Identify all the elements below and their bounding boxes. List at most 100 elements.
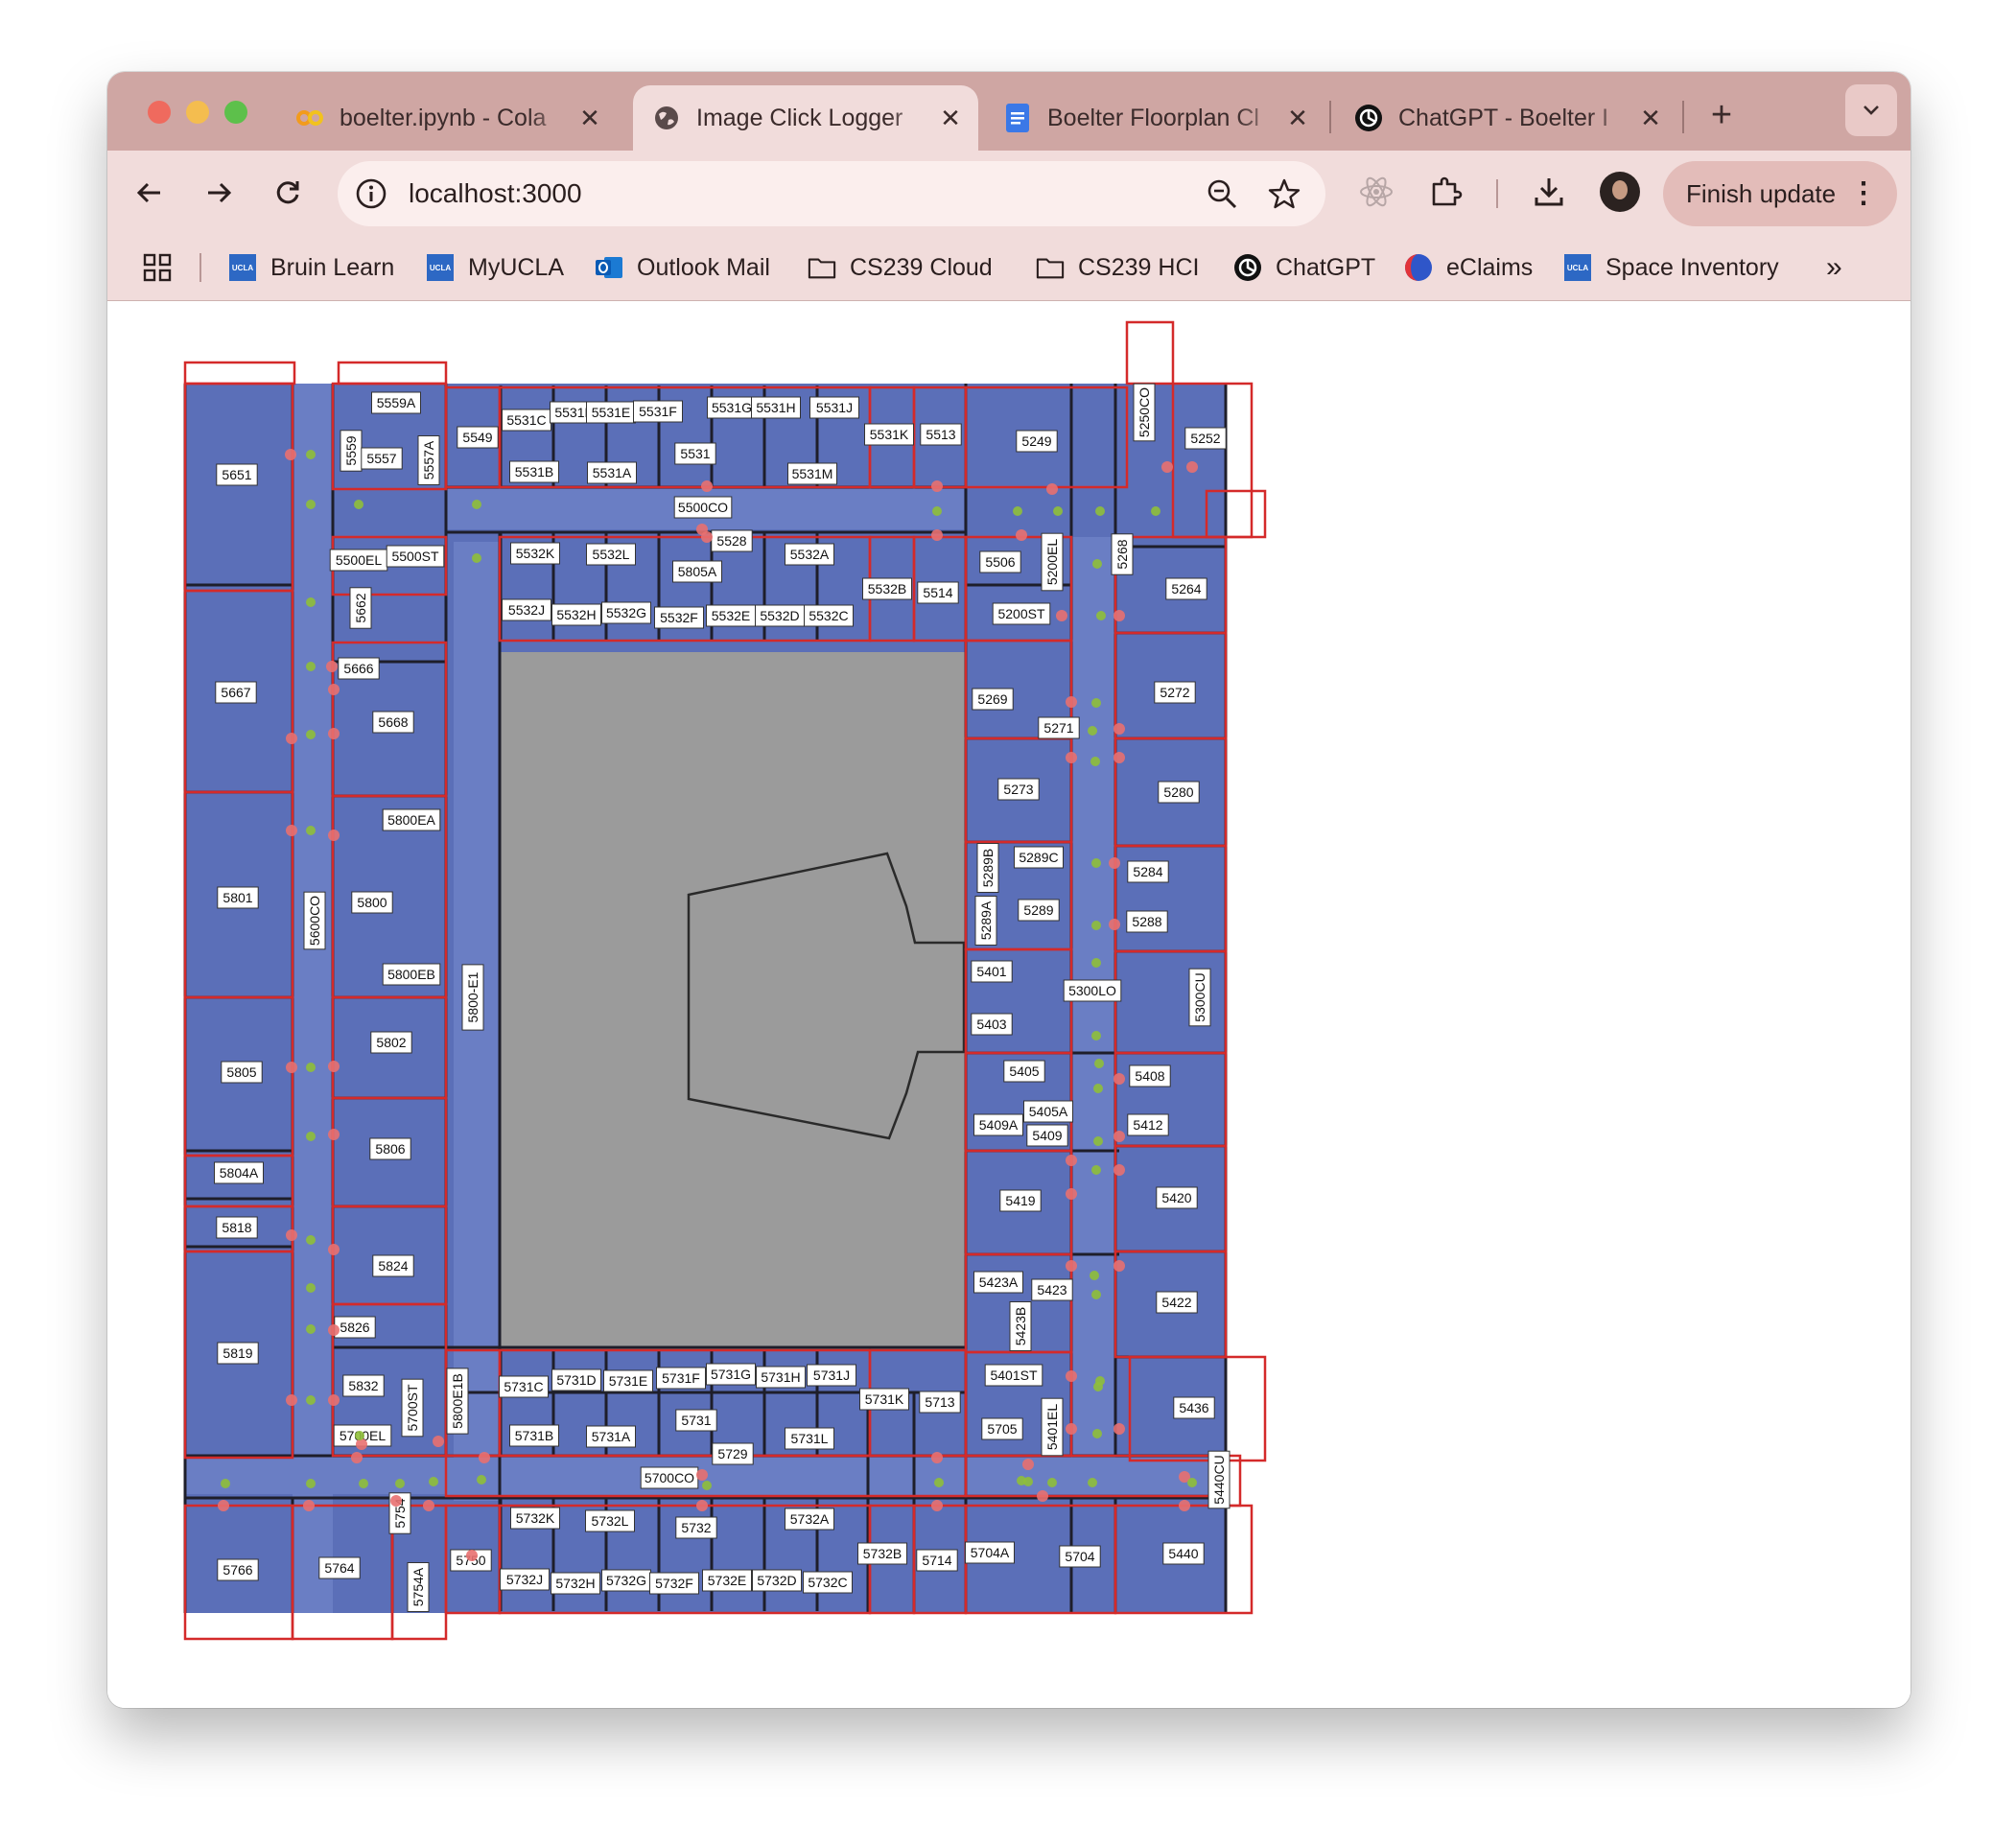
svg-text:5805A: 5805A <box>678 564 717 579</box>
more-vert-icon[interactable]: ⋮ <box>1849 161 1878 226</box>
svg-text:5403: 5403 <box>976 1017 1006 1032</box>
click-marker <box>1113 1260 1125 1272</box>
room-label: 5532L <box>586 543 636 566</box>
svg-text:5300LO: 5300LO <box>1068 983 1116 998</box>
apps-grid-icon[interactable] <box>142 235 173 300</box>
click-marker <box>306 662 316 671</box>
click-marker <box>328 684 340 695</box>
tab-boelter-floorplan[interactable]: Boelter Floorplan Cl ✕ <box>984 85 1325 151</box>
click-marker <box>701 531 713 543</box>
bookmark-chatgpt[interactable]: ChatGPT <box>1233 235 1375 300</box>
bookmark-bruin-learn[interactable]: UCLA Bruin Learn <box>228 235 394 300</box>
room-label: 5500CO <box>673 496 733 519</box>
svg-text:5268: 5268 <box>1114 539 1130 569</box>
extensions-puzzle-icon[interactable] <box>1423 170 1467 214</box>
click-marker <box>934 1478 944 1487</box>
svg-text:5801: 5801 <box>223 890 252 905</box>
click-marker <box>306 450 316 459</box>
click-marker <box>932 506 942 516</box>
react-devtools-icon[interactable] <box>1354 170 1398 214</box>
url-text[interactable]: localhost:3000 <box>409 161 582 226</box>
bookmark-eclaims[interactable]: eClaims <box>1404 235 1533 300</box>
room-label: 5732G <box>601 1569 651 1592</box>
profile-avatar[interactable] <box>1600 172 1640 212</box>
tab-search-button[interactable] <box>1845 84 1897 136</box>
outlook-icon <box>595 253 623 282</box>
room-label: 5532H <box>551 603 601 626</box>
click-marker <box>1091 698 1101 708</box>
bookmark-space-inventory[interactable]: UCLA Space Inventory <box>1563 235 1779 300</box>
svg-text:5731K: 5731K <box>865 1391 904 1407</box>
click-marker <box>1066 1260 1077 1272</box>
svg-text:5532C: 5532C <box>809 608 848 623</box>
tab-image-click-logger[interactable]: Image Click Logger ✕ <box>633 85 978 151</box>
svg-text:5667: 5667 <box>221 685 250 700</box>
svg-text:5800EA: 5800EA <box>387 812 435 828</box>
room-bounding-box[interactable] <box>183 361 296 386</box>
room-label: 5668 <box>372 711 414 734</box>
floorplan-image[interactable]: 5559A5559 5557 5557A55495531C 5531D5531E 553… <box>107 301 1911 1708</box>
download-icon[interactable] <box>1527 170 1571 214</box>
svg-text:5280: 5280 <box>1163 784 1193 800</box>
address-bar[interactable]: localhost:3000 <box>338 161 1325 226</box>
svg-text:5409A: 5409A <box>979 1117 1019 1133</box>
click-marker <box>328 1324 340 1336</box>
bookmark-star-icon[interactable] <box>1268 177 1301 210</box>
close-window-button[interactable] <box>148 101 171 124</box>
close-icon[interactable]: ✕ <box>936 104 965 133</box>
bookmarks-overflow-icon[interactable]: » <box>1826 235 1842 300</box>
forward-button[interactable] <box>196 170 242 216</box>
close-icon[interactable]: ✕ <box>1283 104 1312 133</box>
svg-text:5249: 5249 <box>1021 433 1051 449</box>
svg-text:5532K: 5532K <box>516 546 555 561</box>
bookmark-label: Outlook Mail <box>637 253 770 281</box>
click-marker <box>423 1500 434 1511</box>
svg-text:5273: 5273 <box>1003 782 1033 797</box>
room-label: 5549 <box>457 426 499 449</box>
click-marker <box>326 661 338 672</box>
click-marker <box>359 1479 368 1488</box>
room-label: 5436 <box>1173 1396 1215 1419</box>
svg-text:5532E: 5532E <box>712 608 750 623</box>
click-marker <box>1066 696 1077 708</box>
room-label: 5264 <box>1165 577 1207 600</box>
reload-button[interactable] <box>265 170 311 216</box>
close-icon[interactable]: ✕ <box>1636 104 1665 133</box>
svg-text:5401EL: 5401EL <box>1044 1404 1060 1450</box>
close-icon[interactable]: ✕ <box>575 104 604 133</box>
svg-text:5500ST: 5500ST <box>391 549 438 564</box>
svg-text:5200ST: 5200ST <box>997 606 1044 621</box>
room-label: 5557A <box>417 435 440 485</box>
tab-separator <box>1682 101 1684 133</box>
zoom-icon[interactable] <box>1207 178 1237 209</box>
bookmark-outlook-mail[interactable]: Outlook Mail <box>595 235 770 300</box>
room-label: 5732J <box>500 1568 550 1591</box>
tab-chatgpt[interactable]: ChatGPT - Boelter I ✕ <box>1335 85 1678 151</box>
room-bounding-box[interactable] <box>337 361 448 386</box>
maximize-window-button[interactable] <box>224 101 247 124</box>
folder-icon <box>808 253 836 282</box>
click-marker <box>306 1479 316 1488</box>
site-info-icon[interactable] <box>355 177 387 210</box>
click-marker <box>1151 506 1160 516</box>
room-label: 5289B <box>976 843 999 893</box>
click-marker <box>1047 1478 1057 1487</box>
back-button[interactable] <box>127 170 173 216</box>
room-label: 5405 <box>1003 1060 1045 1083</box>
bookmark-myucla[interactable]: UCLA MyUCLA <box>426 235 564 300</box>
svg-text:5824: 5824 <box>378 1258 408 1274</box>
click-marker <box>286 1229 297 1241</box>
finish-update-button[interactable]: Finish update ⋮ <box>1663 161 1897 226</box>
bookmark-folder-cs239-hci[interactable]: CS239 HCI <box>1036 235 1199 300</box>
bookmark-folder-cs239-cloud[interactable]: CS239 Cloud <box>808 235 993 300</box>
click-marker <box>1095 506 1105 516</box>
click-marker <box>351 1452 363 1463</box>
minimize-window-button[interactable] <box>186 101 209 124</box>
tab-colab[interactable]: boelter.ipynb - Cola ✕ <box>276 85 618 151</box>
room-label: 5732A <box>785 1508 834 1531</box>
click-marker <box>1094 1059 1104 1068</box>
room-bounding-box[interactable] <box>1125 320 1175 386</box>
svg-text:5800EB: 5800EB <box>387 967 435 982</box>
new-tab-button[interactable]: + <box>1698 91 1746 139</box>
click-marker <box>1013 506 1022 516</box>
